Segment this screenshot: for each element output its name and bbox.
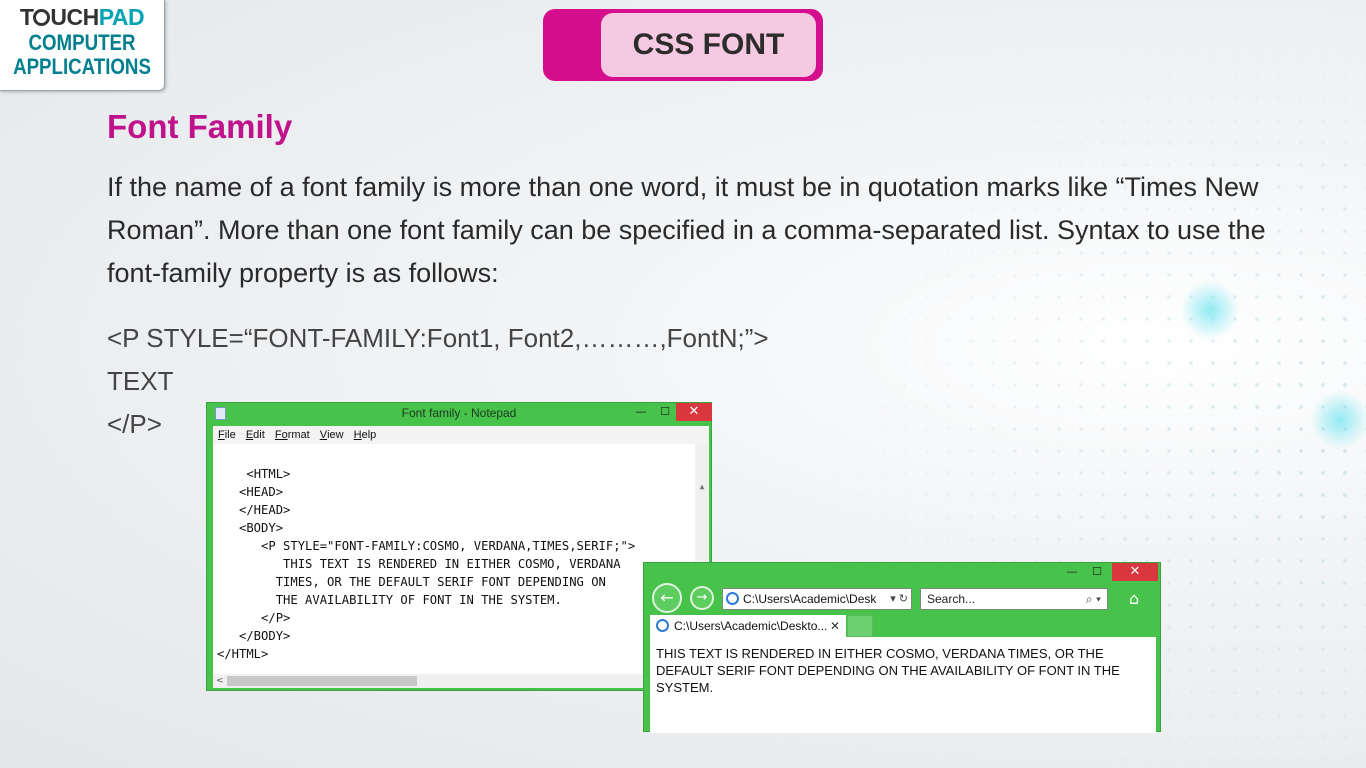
page-title: CSS FONT: [601, 13, 816, 77]
notepad-titlebar[interactable]: Font family - Notepad — ☐ ✕: [207, 403, 712, 425]
menu-edit-key: E: [245, 429, 254, 441]
scrollbar-thumb[interactable]: [227, 676, 417, 686]
menu-file-rest: ile: [224, 429, 236, 441]
browser-window: — ☐ ✕ ← → C:\Users\Academic\Desk ▾ ↻ Sea…: [643, 562, 1161, 733]
header-pill: CSS FONT: [543, 9, 823, 81]
menu-format-key: Fo: [274, 429, 288, 441]
home-icon[interactable]: ⌂: [1129, 589, 1139, 608]
menu-view-rest: iew: [327, 429, 344, 441]
browser-tab[interactable]: C:\Users\Academic\Deskto... ✕: [650, 615, 846, 637]
logo-o-ring: [33, 9, 51, 26]
syntax-line-3: </P>: [107, 409, 162, 439]
new-tab-button[interactable]: [847, 615, 873, 637]
search-input[interactable]: Search... ⌕ ▾: [920, 588, 1108, 610]
address-dropdown-refresh-icons[interactable]: ▾ ↻: [890, 589, 908, 609]
menu-edit-rest: dit: [253, 429, 265, 441]
logo-brand-uch: UCH: [50, 4, 99, 30]
notepad-menubar: File Edit Format View Help: [213, 426, 709, 444]
menu-help-key: H: [353, 429, 362, 441]
description-paragraph: If the name of a font family is more tha…: [107, 172, 1266, 288]
scroll-up-icon[interactable]: ▲: [695, 480, 709, 494]
minimize-button[interactable]: —: [631, 403, 651, 421]
ie-page-icon: [726, 592, 739, 605]
search-icon[interactable]: ⌕ ▾: [1086, 589, 1101, 609]
menu-file-key: F: [218, 429, 225, 441]
ie-tab-icon: [656, 619, 669, 632]
tab-label: C:\Users\Academic\Deskto...: [674, 619, 828, 633]
logo-brand-t: T: [19, 4, 34, 30]
syntax-line-1: <P STYLE=“FONT-FAMILY:Font1, Font2,………,F…: [107, 323, 769, 353]
menu-view-key: V: [319, 429, 328, 441]
forward-arrow-icon: →: [696, 590, 708, 605]
forward-button[interactable]: →: [690, 586, 714, 610]
syntax-line-2: TEXT: [107, 366, 174, 396]
tab-close-icon[interactable]: ✕: [830, 615, 840, 637]
address-text: C:\Users\Academic\Desk: [743, 592, 877, 606]
horizontal-scrollbar[interactable]: <: [213, 674, 709, 688]
minimize-button[interactable]: —: [1062, 563, 1082, 581]
logo-line-1: COMPUTER: [28, 30, 136, 55]
menu-format[interactable]: Format: [275, 426, 310, 444]
menu-help-rest: elp: [361, 429, 377, 441]
logo-line-2: APPLICATIONS: [13, 54, 151, 79]
menu-file[interactable]: File: [218, 426, 236, 444]
menu-view[interactable]: View: [320, 426, 344, 444]
back-arrow-icon: ←: [660, 588, 674, 607]
notepad-text-area[interactable]: <HTML> <HEAD> </HEAD> <BODY> <P STYLE="F…: [213, 444, 709, 674]
maximize-button[interactable]: ☐: [1087, 563, 1107, 581]
menu-help[interactable]: Help: [354, 426, 377, 444]
notepad-window: Font family - Notepad — ☐ ✕ File Edit Fo…: [206, 402, 712, 691]
rendered-text: THIS TEXT IS RENDERED IN EITHER COSMO, V…: [656, 646, 1120, 695]
address-bar[interactable]: C:\Users\Academic\Desk ▾ ↻: [722, 588, 912, 610]
logo-brand: T UCHPAD: [0, 4, 164, 31]
browser-content: THIS TEXT IS RENDERED IN EITHER COSMO, V…: [650, 637, 1156, 733]
scroll-left-icon[interactable]: <: [216, 674, 224, 688]
menu-edit[interactable]: Edit: [246, 426, 265, 444]
section-heading: Font Family: [107, 108, 293, 145]
close-button[interactable]: ✕: [676, 403, 712, 421]
close-button[interactable]: ✕: [1112, 563, 1158, 581]
search-placeholder: Search...: [927, 592, 976, 606]
back-button[interactable]: ←: [652, 583, 682, 613]
logo-brand-pad: PAD: [98, 4, 145, 30]
background-glow: [1310, 390, 1366, 450]
notepad-content: <HTML> <HEAD> </HEAD> <BODY> <P STYLE="F…: [217, 467, 636, 661]
menu-format-rest: rmat: [287, 429, 310, 441]
touchpad-logo: T UCHPAD COMPUTER APPLICATIONS: [0, 0, 165, 91]
maximize-button[interactable]: ☐: [655, 403, 675, 421]
